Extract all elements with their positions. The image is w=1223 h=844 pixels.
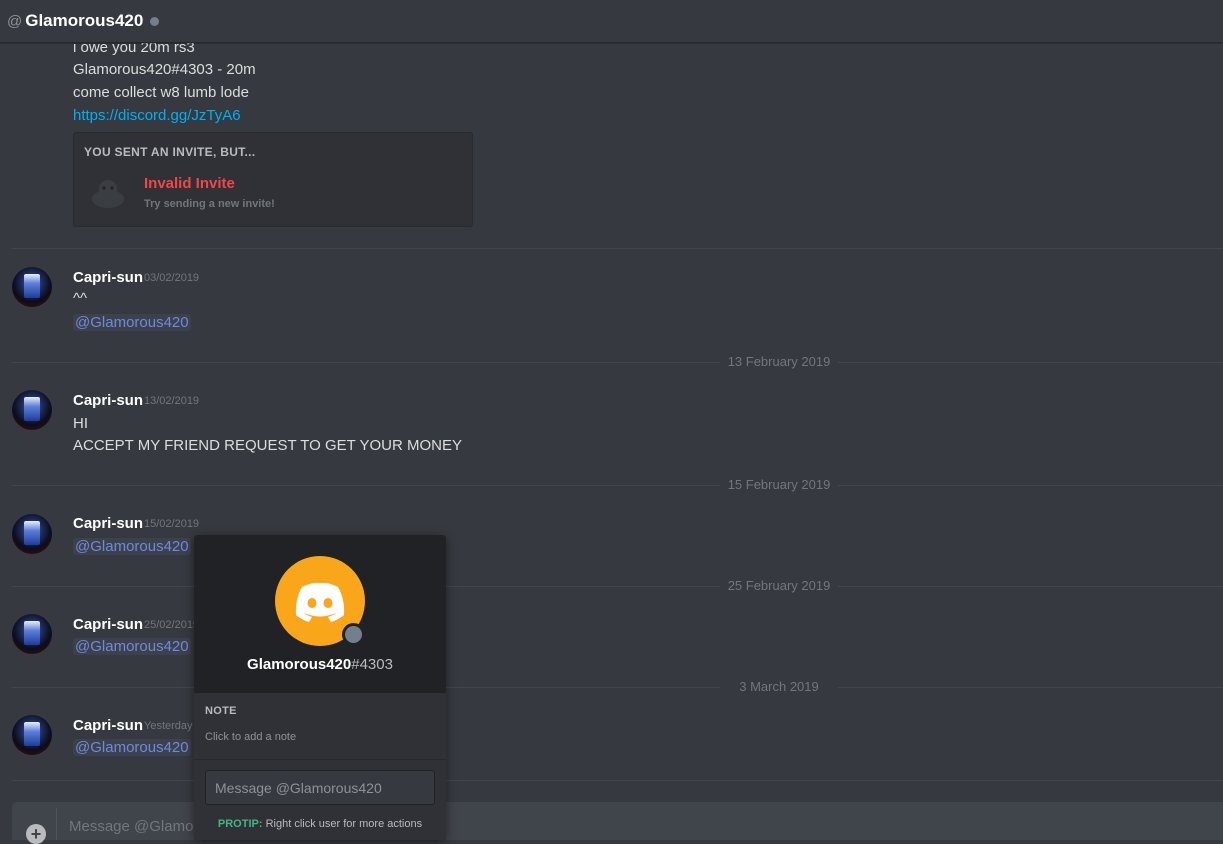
composer-separator xyxy=(56,808,57,840)
message-text: ^^ xyxy=(73,290,88,307)
avatar[interactable] xyxy=(12,514,52,554)
date-divider-label: 25 February 2019 xyxy=(720,578,838,593)
user-mention[interactable]: @Glamorous420 xyxy=(73,314,191,331)
embed-title: Invalid Invite xyxy=(144,175,235,192)
invite-link[interactable]: https://discord.gg/JzTyA6 xyxy=(73,107,241,124)
popout-body: NOTE Click to add a note Message @Glamor… xyxy=(194,693,446,840)
user-mention[interactable]: @Glamorous420 xyxy=(73,538,191,555)
user-popout: Glamorous420#4303 NOTE Click to add a no… xyxy=(194,535,446,840)
avatar[interactable] xyxy=(12,267,52,307)
message-author[interactable]: Capri-sun xyxy=(73,616,143,633)
at-icon: @ xyxy=(7,12,23,30)
protip-text: PROTIP: Right click user for more action… xyxy=(194,818,446,830)
popout-name-text: Glamorous420 xyxy=(247,656,352,673)
message-divider xyxy=(12,248,1223,249)
message-timestamp: Yesterday xyxy=(144,720,193,732)
date-divider-label: 15 February 2019 xyxy=(720,477,838,492)
date-divider-label: 3 March 2019 xyxy=(720,679,838,694)
embed-subtitle: Try sending a new invite! xyxy=(144,198,275,210)
message-text: HI xyxy=(73,415,88,432)
invite-embed: YOU SENT AN INVITE, BUT... Invalid Invit… xyxy=(73,132,473,227)
message-text: come collect w8 lumb lode xyxy=(73,84,249,101)
upload-plus-icon[interactable]: + xyxy=(26,824,46,844)
message-author[interactable]: Capri-sun xyxy=(73,717,143,734)
popout-header: Glamorous420#4303 xyxy=(194,535,446,693)
note-field[interactable]: Click to add a note xyxy=(205,731,296,743)
composer-area: + Message @Glamorous420 xyxy=(0,800,1223,844)
message-timestamp: 03/02/2019 xyxy=(144,272,200,284)
message-author[interactable]: Capri-sun xyxy=(73,269,143,286)
protip-label: PROTIP: xyxy=(217,818,263,830)
message-list[interactable]: i owe you 20m rs3 Glamorous420#4303 - 20… xyxy=(0,43,1223,800)
avatar[interactable] xyxy=(12,614,52,654)
message-text: i owe you 20m rs3 xyxy=(73,43,195,56)
message-text: Glamorous420#4303 - 20m xyxy=(73,61,256,78)
note-label: NOTE xyxy=(205,705,237,717)
channel-header: @ Glamorous420 xyxy=(0,0,1223,43)
popout-username: Glamorous420#4303 xyxy=(194,656,446,673)
message-author[interactable]: Capri-sun xyxy=(73,392,143,409)
date-divider xyxy=(12,485,1223,486)
dm-username[interactable]: Glamorous420 xyxy=(25,11,143,31)
broken-invite-icon xyxy=(92,180,124,208)
date-divider xyxy=(12,362,1223,363)
message-timestamp: 25/02/2019 xyxy=(144,619,200,631)
message-timestamp: 15/02/2019 xyxy=(144,518,200,530)
message-timestamp: 13/02/2019 xyxy=(144,395,200,407)
popout-message-input[interactable]: Message @Glamorous420 xyxy=(205,770,435,805)
message-author[interactable]: Capri-sun xyxy=(73,515,143,532)
offline-status-icon xyxy=(150,16,160,26)
protip-message: Right click user for more actions xyxy=(265,818,423,830)
date-divider-label: 13 February 2019 xyxy=(720,354,838,369)
user-mention[interactable]: @Glamorous420 xyxy=(73,638,191,655)
popout-divider xyxy=(194,759,446,760)
avatar[interactable] xyxy=(12,715,52,755)
user-mention[interactable]: @Glamorous420 xyxy=(73,739,191,756)
popout-discriminator: #4303 xyxy=(351,656,393,673)
avatar[interactable] xyxy=(12,390,52,430)
embed-heading: YOU SENT AN INVITE, BUT... xyxy=(84,145,256,159)
message-text: ACCEPT MY FRIEND REQUEST TO GET YOUR MON… xyxy=(73,437,462,454)
offline-status-icon xyxy=(342,623,365,646)
